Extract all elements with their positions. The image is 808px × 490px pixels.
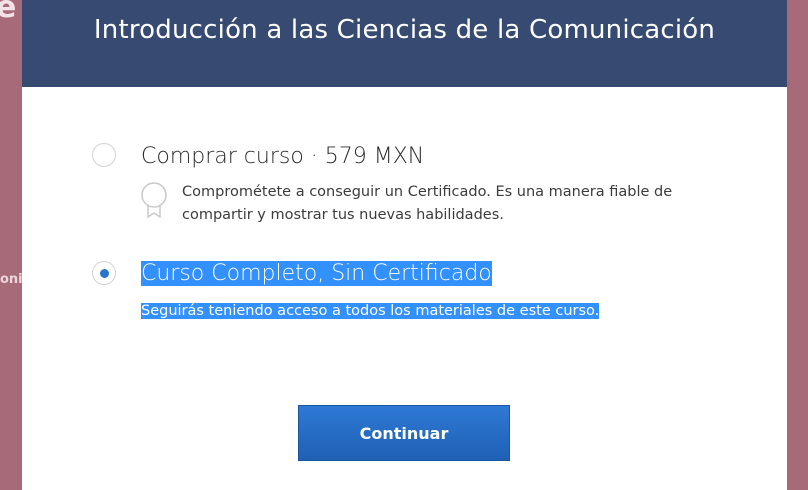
purchase-radio[interactable] (92, 143, 116, 167)
continue-button[interactable]: Continuar (298, 405, 510, 461)
audit-option-description-text: Seguirás teniendo acceso a todos los mat… (141, 303, 600, 319)
background-heading-fragment: e (0, 0, 17, 25)
audit-option-label-text: Curso Completo, Sin Certificado (141, 261, 492, 286)
audit-radio[interactable] (92, 261, 116, 285)
purchase-option-label[interactable]: Comprar curso · 579 MXN (141, 144, 424, 170)
modal-title: Introducción a las Ciencias de la Comuni… (93, 15, 716, 45)
modal-header: Introducción a las Ciencias de la Comuni… (22, 0, 787, 87)
certificate-icon (141, 182, 167, 218)
purchase-option-description: Comprométete a conseguir un Certificado.… (182, 184, 673, 223)
background-text-fragment: oni (0, 272, 23, 287)
enrollment-modal: Introducción a las Ciencias de la Comuni… (22, 0, 787, 490)
audit-option-description: Seguirás teniendo acceso a todos los mat… (141, 300, 701, 323)
audit-option-label[interactable]: Curso Completo, Sin Certificado (141, 261, 492, 287)
